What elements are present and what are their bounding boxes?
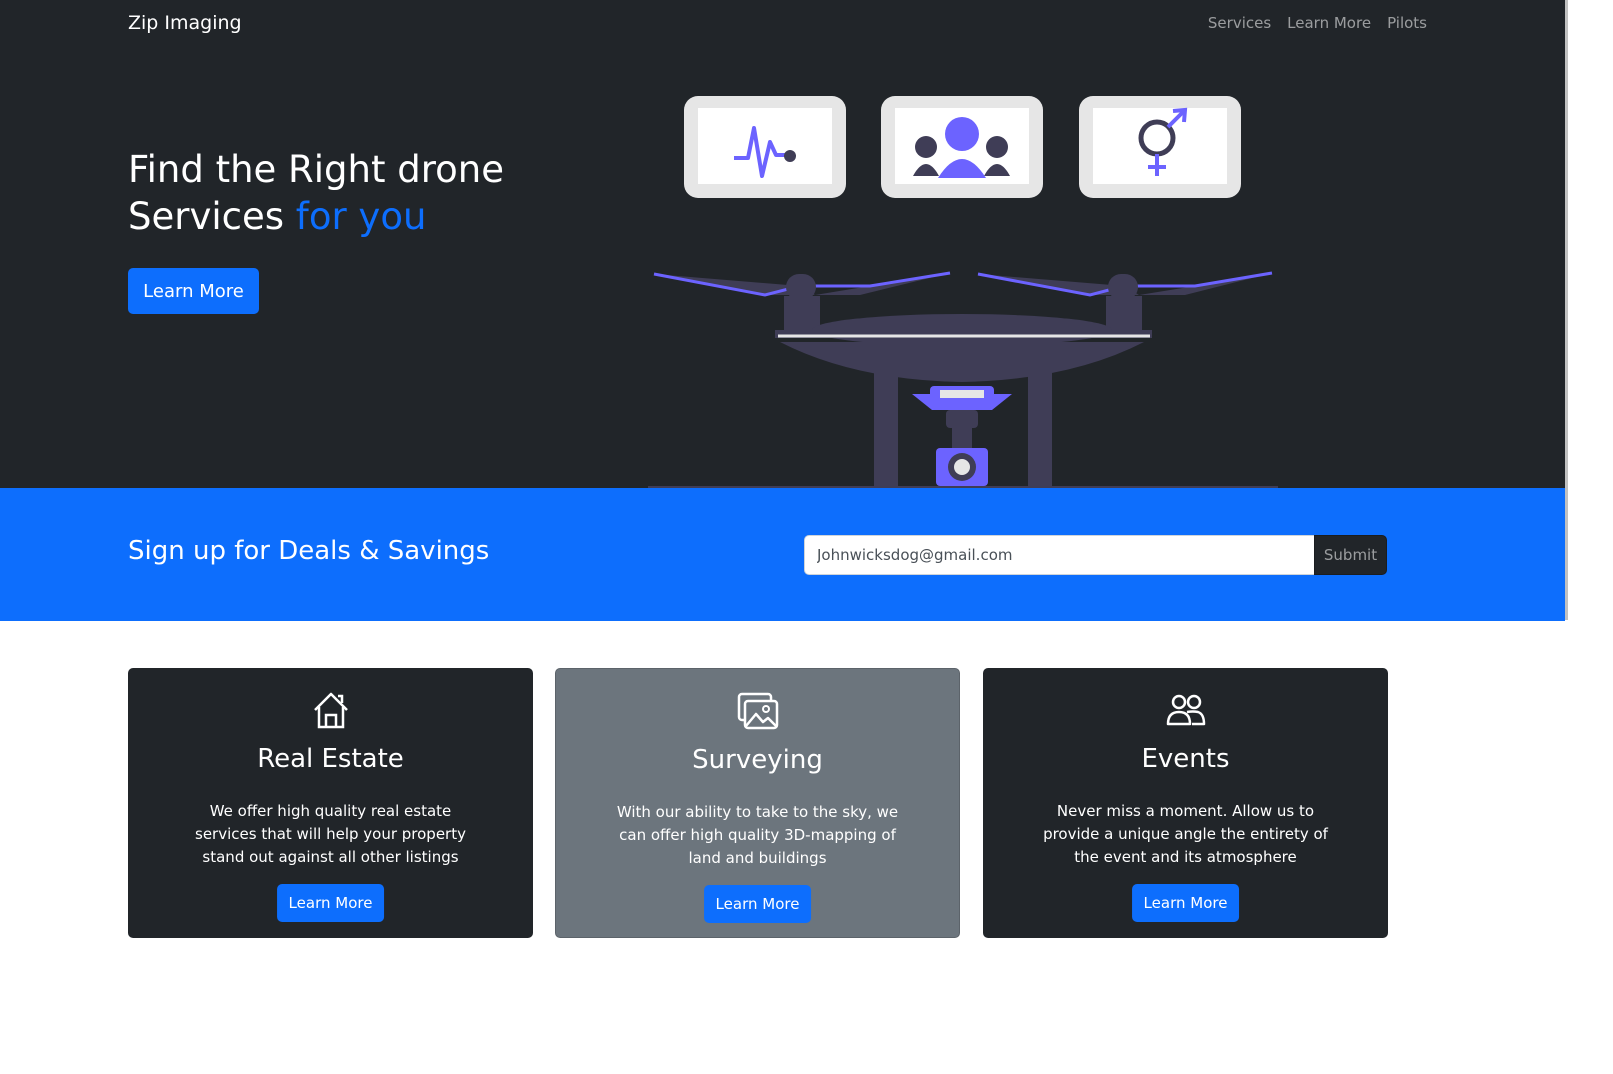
camera-gimbal xyxy=(912,386,1012,486)
navbar-links: Services Learn More Pilots xyxy=(1208,14,1427,32)
drone-illustration xyxy=(648,96,1278,488)
card-text: Never miss a moment. Allow us to provide… xyxy=(1043,802,1328,866)
card-title: Events xyxy=(1141,744,1230,774)
hero-learn-more-button[interactable]: Learn More xyxy=(128,268,259,314)
nav-link-services[interactable]: Services xyxy=(1208,14,1271,32)
hero-title: Find the Right drone Services for you xyxy=(128,146,548,240)
submit-button[interactable]: Submit xyxy=(1314,535,1387,575)
landing-leg-right xyxy=(1028,362,1052,486)
card-learn-more-button[interactable]: Learn More xyxy=(276,884,385,922)
card-learn-more-button[interactable]: Learn More xyxy=(703,885,812,923)
images-icon xyxy=(737,692,778,730)
propellers xyxy=(653,271,1273,297)
card-text: With our ability to take to the sky, we … xyxy=(616,803,899,867)
nav-link-learn-more[interactable]: Learn More xyxy=(1287,14,1371,32)
card-title: Surveying xyxy=(692,745,823,775)
card-title: Real Estate xyxy=(257,744,404,774)
people-panel xyxy=(881,96,1043,198)
card-events: Events Never miss a moment. Allow us to … xyxy=(983,668,1388,938)
card-surveying: Surveying With our ability to take to th… xyxy=(555,668,960,938)
landing-leg-left xyxy=(874,362,898,486)
navbar-brand[interactable]: Zip Imaging xyxy=(128,12,242,34)
gender-panel xyxy=(1079,96,1241,198)
card-text: We offer high quality real estate servic… xyxy=(195,802,466,866)
scrollbar-track[interactable] xyxy=(1565,0,1613,1074)
people-icon xyxy=(1166,694,1205,726)
scrollbar-thumb[interactable] xyxy=(1565,0,1568,620)
hero-title-accent: for you xyxy=(295,195,427,238)
email-input[interactable] xyxy=(804,535,1314,575)
card-real-estate: Real Estate We offer high quality real e… xyxy=(128,668,533,938)
house-icon xyxy=(313,692,348,729)
card-learn-more-button[interactable]: Learn More xyxy=(1131,884,1240,922)
heartbeat-panel xyxy=(684,96,846,198)
signup-title: Sign up for Deals & Savings xyxy=(128,536,490,566)
nav-link-pilots[interactable]: Pilots xyxy=(1387,14,1427,32)
